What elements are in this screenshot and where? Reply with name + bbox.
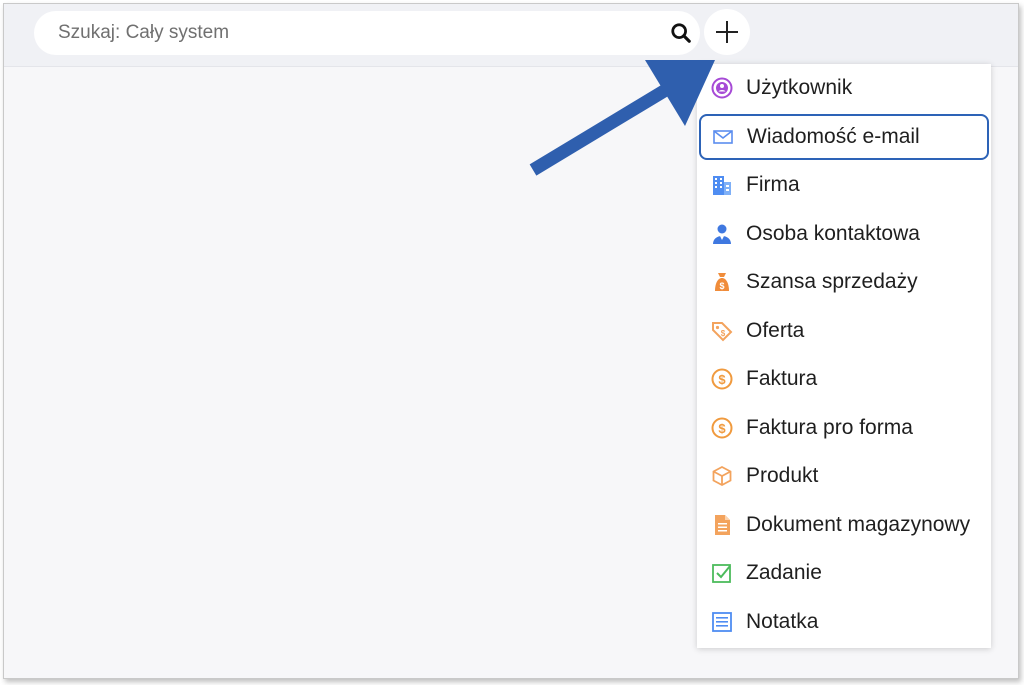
menu-item[interactable]: $ Faktura pro forma bbox=[697, 404, 991, 453]
menu-item-label: Oferta bbox=[746, 318, 805, 342]
menu-item-label: Wiadomość e-mail bbox=[747, 124, 920, 148]
annotation-arrow bbox=[529, 60, 715, 176]
menu-item-label: Szansa sprzedaży bbox=[746, 270, 918, 294]
search-input[interactable] bbox=[56, 21, 652, 45]
menu-item[interactable]: Użytkownik bbox=[697, 64, 991, 113]
search-icon[interactable] bbox=[670, 22, 692, 44]
menu-item-label: Faktura pro forma bbox=[746, 415, 913, 439]
menu-item[interactable]: Zadanie bbox=[697, 549, 991, 598]
app-window: Użytkownik Wiadomość e-mail Firma Osoba kon… bbox=[3, 3, 1019, 679]
menu-item-label: Produkt bbox=[746, 464, 819, 488]
menu-item[interactable]: Dokument magazynowy bbox=[697, 501, 991, 550]
dollar-circle-icon: $ bbox=[711, 417, 733, 439]
menu-item-label: Osoba kontaktowa bbox=[746, 221, 920, 245]
contact-person-icon bbox=[711, 223, 733, 245]
box-icon bbox=[711, 465, 733, 487]
menu-item-label: Notatka bbox=[746, 609, 819, 633]
menu-item[interactable]: $ Oferta bbox=[697, 307, 991, 356]
menu-item[interactable]: Firma bbox=[697, 161, 991, 210]
menu-item[interactable]: Osoba kontaktowa bbox=[697, 210, 991, 259]
menu-item[interactable]: Wiadomość e-mail bbox=[698, 113, 990, 162]
svg-text:$: $ bbox=[721, 329, 726, 338]
menu-item-label: Faktura bbox=[746, 367, 818, 391]
checkbox-icon bbox=[711, 562, 733, 584]
menu-item[interactable]: Produkt bbox=[697, 452, 991, 501]
menu-item-label: Firma bbox=[746, 173, 800, 197]
money-bag-icon: $ bbox=[711, 271, 733, 293]
add-new-dropdown-menu: Użytkownik Wiadomość e-mail Firma Osoba kon… bbox=[697, 64, 991, 648]
svg-text:$: $ bbox=[718, 421, 726, 436]
menu-item[interactable]: $ Faktura bbox=[697, 355, 991, 404]
svg-text:$: $ bbox=[719, 281, 724, 291]
menu-item-label: Zadanie bbox=[746, 561, 822, 585]
menu-item[interactable]: $ Szansa sprzedaży bbox=[697, 258, 991, 307]
note-icon bbox=[711, 611, 733, 633]
plus-icon bbox=[716, 21, 738, 43]
menu-item[interactable]: Notatka bbox=[697, 598, 991, 647]
document-icon bbox=[711, 514, 733, 536]
menu-item-label: Użytkownik bbox=[746, 76, 853, 100]
svg-text:$: $ bbox=[718, 372, 726, 387]
top-bar bbox=[4, 4, 1018, 67]
dollar-circle-icon: $ bbox=[711, 368, 733, 390]
menu-item-label: Dokument magazynowy bbox=[746, 512, 971, 536]
tag-icon: $ bbox=[711, 320, 733, 342]
